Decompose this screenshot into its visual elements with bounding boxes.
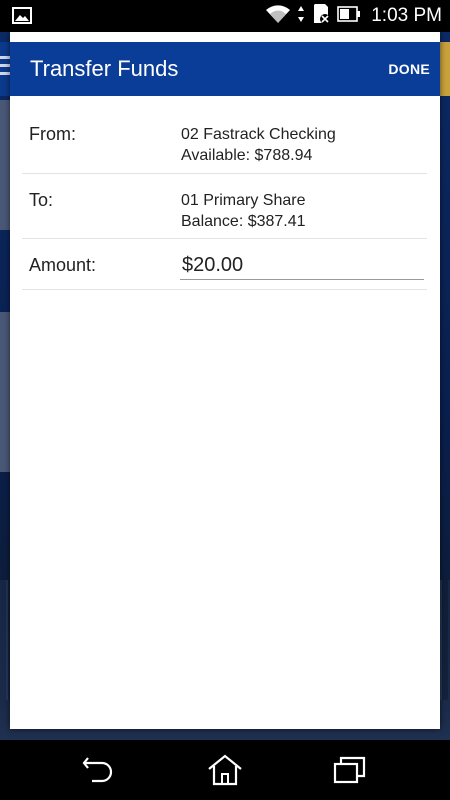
navigation-bar [0,740,450,800]
amount-row: Amount: [22,239,427,290]
background-accent [440,42,450,96]
to-account-name: 01 Primary Share [181,192,306,209]
background-card [0,312,10,472]
data-arrows-icon [297,5,305,28]
background-card [0,100,10,230]
dialog-title: Transfer Funds [30,56,179,81]
wifi-icon [265,4,291,29]
sd-card-icon [311,3,331,30]
dialog-toolbar: Transfer Funds DONE [10,42,440,96]
clock: 1:03 PM [371,5,442,26]
to-account[interactable]: 01 Primary Share Balance: $387.41 [181,190,306,232]
from-account[interactable]: 02 Fastrack Checking Available: $788.94 [181,124,336,166]
back-icon[interactable] [80,754,120,786]
amount-input[interactable] [180,252,424,280]
transfer-dialog: Transfer Funds DONE From: 02 Fastrack Ch… [10,32,440,729]
menu-icon [0,56,10,80]
from-label: From: [29,124,76,144]
home-icon[interactable] [205,754,245,786]
amount-label: Amount: [29,255,97,275]
to-label: To: [29,190,54,210]
from-row[interactable]: From: 02 Fastrack Checking Available: $7… [22,112,427,174]
transfer-form: From: 02 Fastrack Checking Available: $7… [22,112,427,290]
from-account-name: 02 Fastrack Checking [181,126,336,143]
recents-icon[interactable] [330,754,370,786]
to-row[interactable]: To: 01 Primary Share Balance: $387.41 [22,174,427,239]
to-balance: Balance: $387.41 [181,213,306,230]
done-button[interactable]: DONE [388,61,430,77]
image-notification-icon [12,7,32,29]
battery-icon [337,5,361,28]
status-bar: 1:03 PM [0,0,450,32]
from-available-balance: Available: $788.94 [181,147,313,164]
dialog-top-strip [10,32,440,42]
